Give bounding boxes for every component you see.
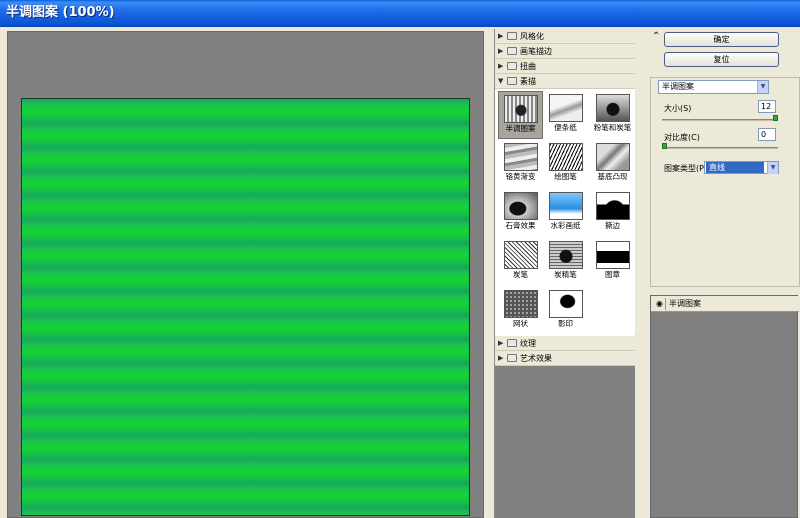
thumb-label: 便条纸: [554, 123, 577, 132]
category-artistic[interactable]: ▶ 艺术效果: [495, 351, 635, 366]
effect-layers-panel: ◉ 半调图案: [650, 295, 799, 518]
category-texture[interactable]: ▶ 纹理: [495, 336, 635, 351]
thumb-charcoal[interactable]: 炭笔: [498, 238, 543, 286]
pattern-type-select[interactable]: 直线 ▼: [704, 161, 779, 174]
thumb-label: 石膏效果: [505, 221, 536, 230]
thumb-stamp[interactable]: 图章: [590, 238, 635, 286]
contrast-slider-track[interactable]: [662, 147, 778, 149]
thumb-label: 铬黄渐变: [505, 172, 536, 181]
chevron-down-icon: ▼: [767, 162, 778, 174]
effect-layer-row[interactable]: ◉ 半调图案: [651, 296, 799, 312]
folder-icon: [507, 339, 517, 347]
contrast-label: 对比度(C): [664, 133, 700, 142]
filter-select-value: 半调图案: [662, 82, 694, 91]
category-label: 风格化: [520, 31, 544, 41]
effect-layer-label: 半调图案: [669, 299, 701, 308]
category-sketch[interactable]: ▼ 素描: [495, 74, 635, 89]
filter-select[interactable]: 半调图案 ▼: [658, 80, 769, 94]
sketch-thumbnails: 半调图案 便条纸 粉笔和炭笔 铬黄渐变 绘图笔 基底凸现 石膏效果 水彩画纸 撕…: [495, 89, 635, 334]
collapse-gallery-icon[interactable]: ⌃: [652, 31, 660, 42]
thumb-note-paper[interactable]: 便条纸: [543, 91, 588, 139]
expand-arrow-icon: ▶: [498, 339, 504, 347]
category-stylize[interactable]: ▶ 风格化: [495, 29, 635, 44]
size-slider-handle[interactable]: [773, 115, 778, 121]
halftone-pattern-preview: [21, 98, 470, 516]
preview-area: [0, 27, 492, 518]
chalk-charcoal-thumb-icon: [595, 94, 630, 122]
thumb-label: 粉笔和炭笔: [593, 123, 632, 132]
expand-arrow-icon: ▶: [498, 62, 504, 70]
thumb-reticulation[interactable]: 网状: [498, 287, 543, 335]
photocopy-thumb-icon: [548, 290, 583, 318]
preview-scrollbar[interactable]: [484, 31, 492, 518]
window-title: 半调图案 (100%): [0, 0, 800, 27]
folder-icon: [507, 62, 517, 70]
reset-button[interactable]: 复位: [664, 52, 779, 67]
bas-relief-thumb-icon: [595, 143, 630, 171]
contrast-input[interactable]: 0: [758, 128, 776, 141]
eye-icon[interactable]: ◉: [654, 297, 666, 310]
expand-arrow-icon: ▶: [498, 47, 504, 55]
folder-open-icon: [507, 77, 517, 85]
folder-icon: [507, 354, 517, 362]
ok-button[interactable]: 确定: [664, 32, 779, 47]
thumb-label: 炭笔: [513, 270, 528, 279]
thumb-conte-crayon[interactable]: 炭精笔: [543, 238, 588, 286]
chevron-down-icon: ▼: [757, 81, 768, 93]
expand-arrow-icon: ▶: [498, 32, 504, 40]
pattern-type-label: 图案类型(P):: [664, 164, 710, 173]
halftone-thumb-icon: [503, 95, 538, 123]
thumb-halftone-pattern[interactable]: 半调图案: [498, 91, 543, 139]
category-label: 扭曲: [520, 61, 536, 71]
water-paper-thumb-icon: [548, 192, 583, 220]
size-slider-track[interactable]: [662, 119, 778, 121]
gallery-empty-area: [495, 366, 635, 518]
thumb-label: 影印: [558, 319, 573, 328]
category-label: 艺术效果: [520, 353, 552, 363]
settings-panel: ⌃ 确定 复位 半调图案 ▼ 大小(S) 12 对比度(C) 0 图案类型(P)…: [640, 27, 800, 518]
thumb-label: 图章: [605, 270, 620, 279]
thumb-label: 半调图案: [505, 124, 536, 133]
category-distort[interactable]: ▶ 扭曲: [495, 59, 635, 74]
reticulation-thumb-icon: [503, 290, 538, 318]
category-label: 素描: [520, 76, 536, 86]
expand-arrow-icon: ▶: [498, 354, 504, 362]
thumb-label: 绘图笔: [554, 172, 577, 181]
thumb-plaster[interactable]: 石膏效果: [498, 189, 543, 237]
torn-edges-thumb-icon: [595, 192, 630, 220]
thumb-torn-edges[interactable]: 撕边: [590, 189, 635, 237]
thumb-label: 撕边: [605, 221, 620, 230]
category-label: 纹理: [520, 338, 536, 348]
category-brush-strokes[interactable]: ▶ 画笔描边: [495, 44, 635, 59]
thumb-graphic-pen[interactable]: 绘图笔: [543, 140, 588, 188]
thumb-bas-relief[interactable]: 基底凸现: [590, 140, 635, 188]
thumb-label: 网状: [513, 319, 528, 328]
thumb-label: 基底凸现: [597, 172, 628, 181]
collapse-arrow-icon: ▼: [498, 77, 504, 85]
notepaper-thumb-icon: [548, 94, 583, 122]
plaster-thumb-icon: [503, 192, 538, 220]
charcoal-thumb-icon: [503, 241, 538, 269]
folder-icon: [507, 47, 517, 55]
chrome-thumb-icon: [503, 143, 538, 171]
stamp-thumb-icon: [595, 241, 630, 269]
thumb-water-paper[interactable]: 水彩画纸: [543, 189, 588, 237]
thumb-chrome[interactable]: 铬黄渐变: [498, 140, 543, 188]
filter-gallery: ▶ 风格化 ▶ 画笔描边 ▶ 扭曲 ▼ 素描 半调图案 便条纸 粉笔和炭笔 铬黄…: [494, 29, 635, 518]
pattern-type-value: 直线: [706, 162, 764, 173]
preview-canvas[interactable]: [7, 31, 484, 518]
category-label: 画笔描边: [520, 46, 552, 56]
contrast-slider-handle[interactable]: [662, 143, 667, 149]
thumb-photocopy[interactable]: 影印: [543, 287, 588, 335]
thumb-label: 水彩画纸: [550, 221, 581, 230]
thumb-label: 炭精笔: [554, 270, 577, 279]
conte-crayon-thumb-icon: [548, 241, 583, 269]
graphic-pen-thumb-icon: [548, 143, 583, 171]
thumb-chalk-charcoal[interactable]: 粉笔和炭笔: [590, 91, 635, 139]
size-label: 大小(S): [664, 104, 692, 113]
size-input[interactable]: 12: [758, 100, 776, 113]
folder-icon: [507, 32, 517, 40]
